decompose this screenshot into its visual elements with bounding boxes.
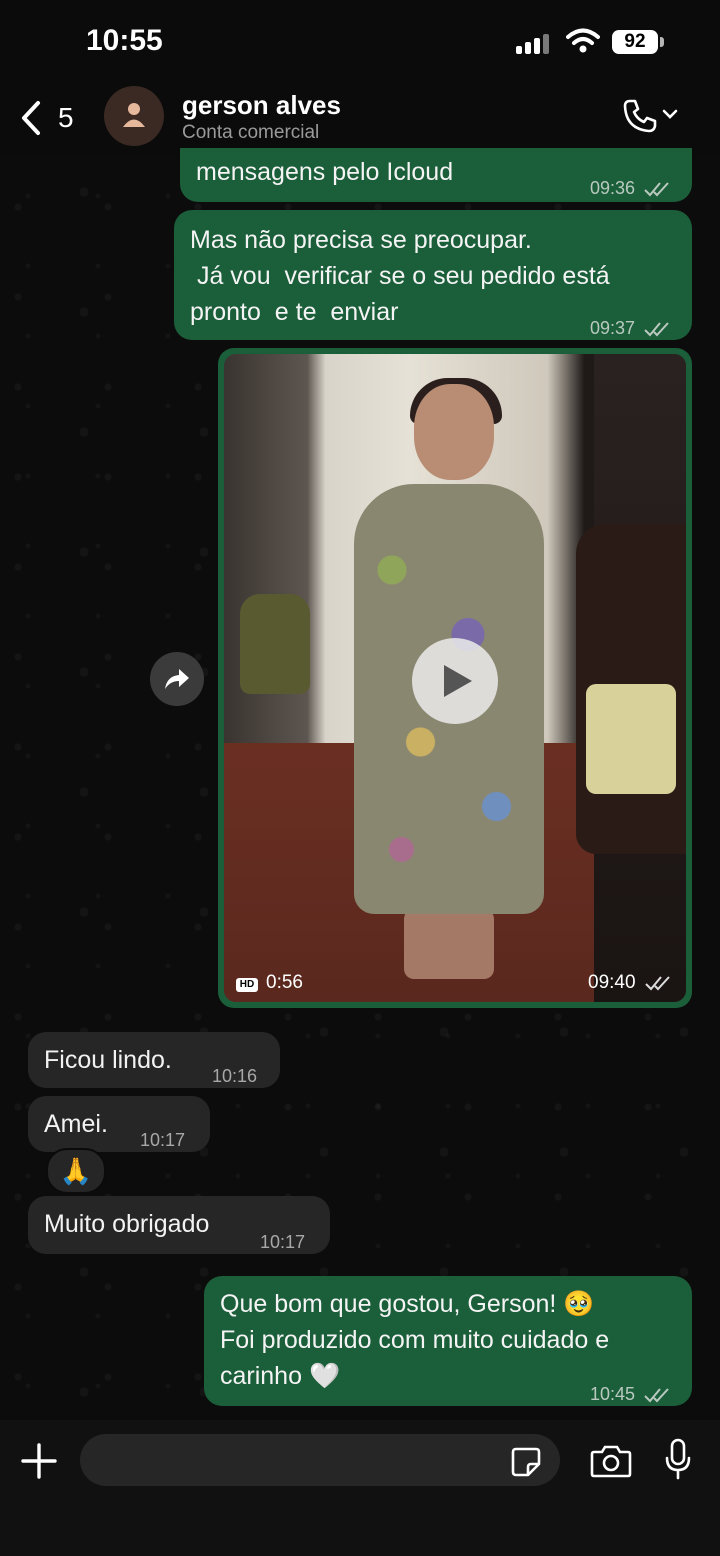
avatar-person-icon [123, 103, 145, 127]
forward-arrow-icon [165, 669, 189, 689]
back-chevron-icon[interactable] [18, 100, 44, 136]
message-time: 09:37 [590, 318, 636, 338]
message-bubble-incoming[interactable]: Ficou lindo. 10:16 [28, 1032, 280, 1088]
message-bubble-incoming[interactable]: Amei. 10:17 [28, 1096, 210, 1152]
message-time: 10:17 [260, 1232, 306, 1252]
status-time: 10:55 [86, 24, 163, 57]
message-meta: 09:40 [588, 972, 671, 994]
microphone-icon[interactable] [664, 1438, 692, 1480]
play-button[interactable] [412, 638, 498, 724]
message-time: 10:45 [590, 1384, 636, 1404]
contact-subtitle: Conta comercial [182, 122, 320, 143]
message-bubble-outgoing[interactable]: mensagens pelo Icloud 09:36 [180, 148, 692, 202]
message-time: 10:17 [140, 1130, 186, 1150]
message-text: Muito obrigado [44, 1210, 210, 1238]
video-message-bubble[interactable]: HD 0:56 09:40 [218, 348, 692, 1008]
forward-button[interactable] [150, 652, 204, 706]
battery-tip [660, 37, 664, 47]
wifi-icon [566, 28, 600, 53]
message-meta: 09:37 [590, 310, 670, 347]
message-bubble-outgoing[interactable]: Que bom que gostou, Gerson! 🥹 Foi produz… [204, 1276, 692, 1406]
contact-name[interactable]: gerson alves [182, 90, 341, 121]
cellular-signal-icon [516, 32, 556, 54]
message-time: 09:40 [588, 972, 636, 993]
message-text-line: Mas não precisa se preocupar. [190, 226, 532, 254]
play-icon [444, 665, 472, 697]
message-meta: 10:45 [590, 1376, 670, 1413]
video-duration: 0:56 [266, 972, 303, 993]
battery-indicator: 92 [612, 30, 658, 54]
plus-icon[interactable] [20, 1442, 58, 1480]
message-text-line: Já vou verificar se o seu pedido está [190, 262, 610, 290]
message-time: 09:36 [590, 178, 636, 198]
unread-count[interactable]: 5 [58, 102, 74, 134]
message-text-line: pronto e te enviar [190, 298, 399, 326]
message-text: Ficou lindo. [44, 1046, 172, 1074]
message-bubble-incoming[interactable]: Muito obrigado 10:17 [28, 1196, 330, 1254]
message-bubble-outgoing[interactable]: Mas não precisa se preocupar. Já vou ver… [174, 210, 692, 340]
read-receipt-icon [644, 182, 669, 197]
message-reaction[interactable]: 🙏 [46, 1148, 106, 1194]
message-input[interactable] [80, 1434, 560, 1486]
read-receipt-icon [645, 976, 670, 991]
message-text-line: Que bom que gostou, Gerson! 🥹 [220, 1290, 595, 1318]
message-time: 10:16 [212, 1066, 258, 1086]
camera-icon[interactable] [590, 1444, 632, 1478]
status-bar: 10:55 92 [0, 0, 720, 80]
read-receipt-icon [644, 322, 669, 337]
read-receipt-icon [644, 1388, 669, 1403]
phone-icon[interactable] [622, 98, 658, 134]
home-indicator-area [0, 1530, 720, 1556]
message-text-line: carinho 🤍 [220, 1362, 341, 1390]
sticker-icon[interactable] [510, 1446, 542, 1478]
video-thumbnail[interactable]: HD 0:56 09:40 [224, 354, 686, 1002]
chevron-down-icon[interactable] [662, 108, 678, 120]
message-text-line: Foi produzido com muito cuidado e [220, 1326, 610, 1354]
avatar[interactable] [104, 86, 164, 146]
message-text: mensagens pelo Icloud [196, 158, 454, 186]
chat-header: 5 gerson alves Conta comercial [0, 80, 720, 156]
message-meta: 09:36 [590, 170, 670, 207]
message-text: Amei. [44, 1110, 108, 1138]
hd-badge: HD [236, 978, 258, 992]
